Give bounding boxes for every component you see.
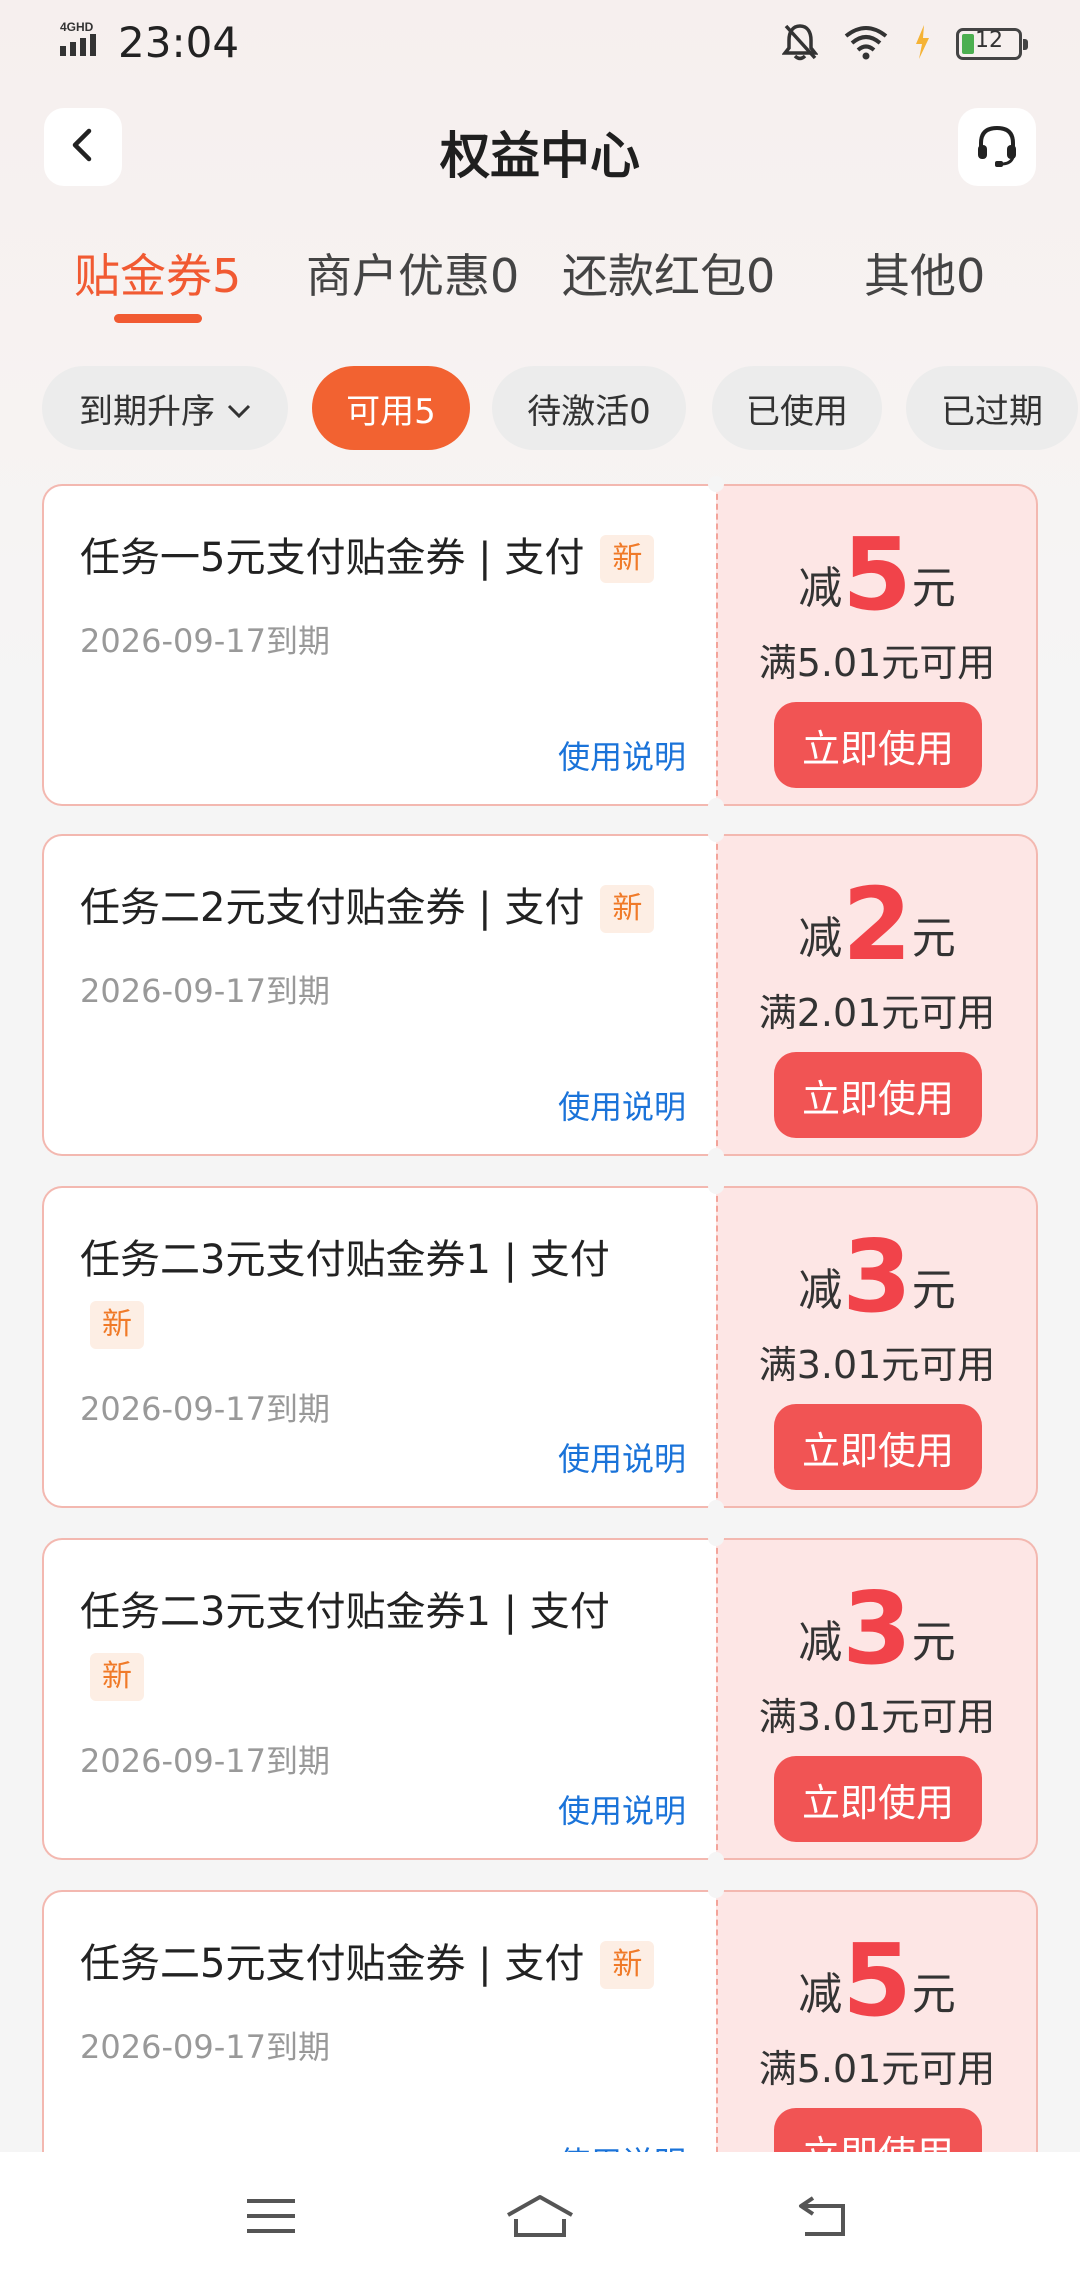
coupon-condition: 满5.01元可用 bbox=[758, 641, 996, 685]
coupon-expiry: 2026-09-17到期 bbox=[80, 1390, 330, 1428]
coupon-card: 任务二3元支付贴金券1 | 支付新 2026-09-17到期 使用说明 减3元 … bbox=[42, 1178, 1038, 1516]
coupon-condition: 满5.01元可用 bbox=[758, 2047, 996, 2091]
category-tabs: 贴金券5 商户优惠0 还款红包0 其他0 bbox=[0, 240, 1080, 323]
new-badge: 新 bbox=[600, 1941, 655, 1989]
wifi-icon bbox=[844, 24, 888, 64]
menu-icon[interactable] bbox=[230, 2152, 312, 2280]
coupon-title: 任务二3元支付贴金券1 | 支付新 bbox=[80, 1580, 700, 1708]
usage-instructions-link[interactable]: 使用说明 bbox=[558, 1434, 686, 1480]
filter-pending[interactable]: 待激活0 bbox=[492, 366, 686, 450]
coupon-card: 任务一5元支付贴金券 | 支付新 2026-09-17到期 使用说明 减5元 满… bbox=[42, 476, 1038, 814]
filter-expired[interactable]: 已过期 bbox=[906, 366, 1078, 450]
network-type: 4GHD bbox=[60, 20, 94, 34]
coupon-amount: 减5元 bbox=[798, 1922, 956, 2039]
tab-coupons[interactable]: 贴金券5 bbox=[74, 240, 241, 306]
use-now-button[interactable]: 立即使用 bbox=[774, 702, 982, 788]
sort-filter-chip[interactable]: 到期升序 bbox=[42, 366, 288, 450]
header: 权益中心 bbox=[0, 106, 1080, 190]
tab-repayment-redpacket[interactable]: 还款红包0 bbox=[562, 240, 775, 306]
coupon-value-panel: 减5元 满5.01元可用 立即使用 bbox=[716, 484, 1038, 806]
coupon-info: 任务二3元支付贴金券1 | 支付新 2026-09-17到期 使用说明 bbox=[42, 1186, 716, 1508]
headset-icon bbox=[973, 121, 1021, 173]
coupon-value-panel: 减2元 满2.01元可用 立即使用 bbox=[716, 834, 1038, 1156]
coupon-expiry: 2026-09-17到期 bbox=[80, 972, 330, 1010]
use-now-button[interactable]: 立即使用 bbox=[774, 1756, 982, 1842]
coupon-amount: 减2元 bbox=[798, 866, 956, 983]
usage-instructions-link[interactable]: 使用说明 bbox=[558, 732, 686, 778]
new-badge: 新 bbox=[90, 1301, 144, 1349]
tab-other[interactable]: 其他0 bbox=[864, 240, 985, 306]
coupon-amount: 减3元 bbox=[798, 1218, 956, 1335]
new-badge: 新 bbox=[600, 885, 655, 933]
chip-label: 到期升序 bbox=[79, 391, 215, 432]
coupon-info: 任务一5元支付贴金券 | 支付新 2026-09-17到期 使用说明 bbox=[42, 484, 716, 806]
new-badge: 新 bbox=[600, 535, 655, 583]
new-badge: 新 bbox=[90, 1653, 144, 1701]
signal-icon: 4GHD bbox=[60, 20, 110, 64]
mute-bell-icon bbox=[781, 22, 819, 66]
usage-instructions-link[interactable]: 使用说明 bbox=[558, 1082, 686, 1128]
coupon-condition: 满3.01元可用 bbox=[758, 1695, 996, 1739]
charging-icon bbox=[914, 25, 930, 63]
filter-bar: 到期升序 可用5 待激活0 已使用 已过期 bbox=[0, 366, 1080, 450]
battery-icon: 12 bbox=[956, 28, 1028, 60]
chevron-down-icon bbox=[227, 388, 251, 428]
coupon-amount: 减5元 bbox=[798, 516, 956, 633]
coupon-value-panel: 减3元 满3.01元可用 立即使用 bbox=[716, 1538, 1038, 1860]
coupon-expiry: 2026-09-17到期 bbox=[80, 1742, 330, 1780]
coupon-card: 任务二2元支付贴金券 | 支付新 2026-09-17到期 使用说明 减2元 满… bbox=[42, 826, 1038, 1164]
coupon-title: 任务二2元支付贴金券 | 支付新 bbox=[80, 876, 700, 940]
use-now-button[interactable]: 立即使用 bbox=[774, 1052, 982, 1138]
coupon-info: 任务二2元支付贴金券 | 支付新 2026-09-17到期 使用说明 bbox=[42, 834, 716, 1156]
home-icon[interactable] bbox=[500, 2152, 580, 2280]
filter-available[interactable]: 可用5 bbox=[312, 366, 470, 450]
customer-service-button[interactable] bbox=[958, 108, 1036, 186]
back-arrow-icon[interactable] bbox=[788, 2152, 858, 2280]
coupon-amount: 减3元 bbox=[798, 1570, 956, 1687]
active-tab-indicator bbox=[114, 314, 202, 323]
coupon-info: 任务二3元支付贴金券1 | 支付新 2026-09-17到期 使用说明 bbox=[42, 1538, 716, 1860]
coupon-condition: 满3.01元可用 bbox=[758, 1343, 996, 1387]
coupon-value-panel: 减3元 满3.01元可用 立即使用 bbox=[716, 1186, 1038, 1508]
tab-merchant-offers[interactable]: 商户优惠0 bbox=[306, 240, 519, 306]
clock: 23:04 bbox=[118, 18, 240, 67]
use-now-button[interactable]: 立即使用 bbox=[774, 1404, 982, 1490]
coupon-card: 任务二3元支付贴金券1 | 支付新 2026-09-17到期 使用说明 减3元 … bbox=[42, 1530, 1038, 1868]
usage-instructions-link[interactable]: 使用说明 bbox=[558, 1786, 686, 1832]
coupon-title: 任务二5元支付贴金券 | 支付新 bbox=[80, 1932, 700, 1996]
filter-used[interactable]: 已使用 bbox=[712, 366, 882, 450]
status-bar: 4GHD 23:04 12 bbox=[0, 0, 1080, 88]
coupon-condition: 满2.01元可用 bbox=[758, 991, 996, 1035]
battery-level: 12 bbox=[975, 28, 1003, 53]
coupon-expiry: 2026-09-17到期 bbox=[80, 622, 330, 660]
page-title: 权益中心 bbox=[440, 127, 640, 185]
system-nav-bar bbox=[0, 2152, 1080, 2280]
coupon-expiry: 2026-09-17到期 bbox=[80, 2028, 330, 2066]
coupon-title: 任务一5元支付贴金券 | 支付新 bbox=[80, 526, 700, 590]
coupon-title: 任务二3元支付贴金券1 | 支付新 bbox=[80, 1228, 700, 1356]
